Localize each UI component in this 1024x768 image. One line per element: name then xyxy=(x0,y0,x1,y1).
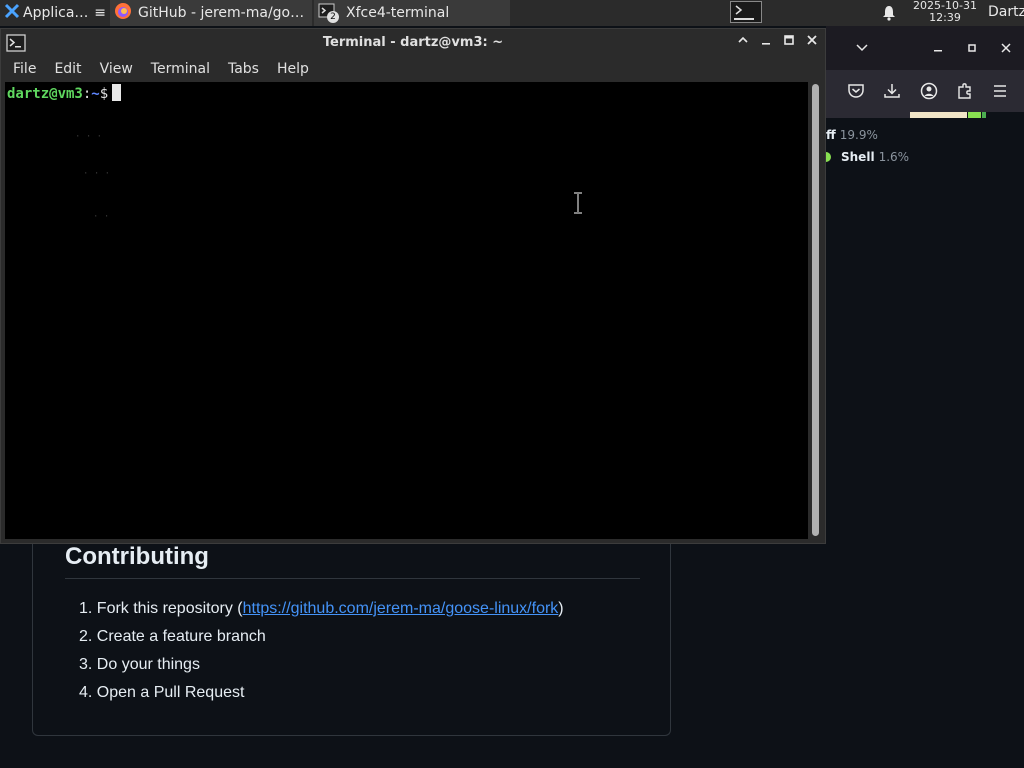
list-item: 3. Do your things xyxy=(79,656,200,673)
language-bar-segment xyxy=(826,112,910,118)
menu-help[interactable]: Help xyxy=(271,61,316,77)
notification-bell-icon[interactable] xyxy=(881,5,897,25)
terminal-screen[interactable]: dartz@vm3:~$ · · · · · · · · xyxy=(5,82,808,539)
minimize-icon[interactable] xyxy=(932,40,944,56)
language-name: ff xyxy=(826,128,836,142)
applications-menu-button[interactable]: Applications ≡ xyxy=(0,0,110,26)
menu-edit[interactable]: Edit xyxy=(48,61,88,77)
terminal-menubar: File Edit View Terminal Tabs Help xyxy=(1,57,825,81)
extensions-icon[interactable] xyxy=(956,82,974,100)
applications-label: Applications xyxy=(23,5,90,21)
section-heading: Contributing xyxy=(65,543,209,570)
language-bar-segment xyxy=(982,112,986,118)
terminal-titlebar[interactable]: Terminal - dartz@vm3: ~ xyxy=(1,29,825,57)
hamburger-menu-icon[interactable] xyxy=(991,82,1009,100)
maximize-icon[interactable] xyxy=(967,42,977,57)
xfce-logo-icon xyxy=(4,3,20,23)
language-percent: 1.6% xyxy=(878,150,910,164)
terminal-scrollbar[interactable] xyxy=(810,82,822,539)
list-item: 2. Create a feature branch xyxy=(79,628,266,645)
taskbar-item-terminal[interactable]: 2 Xfce4-terminal xyxy=(314,0,510,26)
menu-terminal[interactable]: Terminal xyxy=(145,61,217,77)
mouse-ibeam-cursor-icon xyxy=(572,192,584,218)
maximize-icon[interactable] xyxy=(780,34,798,52)
firefox-icon xyxy=(114,2,132,24)
terminal-icon: 2 xyxy=(318,2,339,24)
taskbar-item-github[interactable]: GitHub - jerem-ma/goos... xyxy=(110,0,312,26)
text-cursor xyxy=(112,84,122,101)
language-entry[interactable]: ff 19.9% xyxy=(826,128,878,142)
account-icon[interactable] xyxy=(920,82,938,100)
scrollbar-thumb[interactable] xyxy=(812,84,819,536)
shell-prompt: dartz@vm3:~$ xyxy=(7,84,122,102)
language-bar-segment xyxy=(910,112,967,118)
prompt-path: ~ xyxy=(91,86,100,102)
language-dot-icon xyxy=(826,152,831,162)
minimize-icon[interactable] xyxy=(757,34,775,52)
menu-tabs[interactable]: Tabs xyxy=(222,61,266,77)
close-icon[interactable] xyxy=(803,34,821,52)
pocket-icon[interactable] xyxy=(847,82,865,100)
clock[interactable]: 2025-10-31 12:39 xyxy=(910,0,980,24)
prompt-symbol: $ xyxy=(99,86,109,102)
list-item: 1. Fork this repository (https://github.… xyxy=(79,598,564,626)
window-count-badge: 2 xyxy=(327,11,339,23)
top-panel: Applications ≡ GitHub - jerem-ma/goos...… xyxy=(0,0,1024,26)
clock-time: 12:39 xyxy=(929,11,961,24)
language-percent: 19.9% xyxy=(839,128,878,142)
ghost-dots: · · xyxy=(93,212,110,222)
fork-link[interactable]: https://github.com/jerem-ma/goose-linux/… xyxy=(243,600,559,617)
ghost-dots: · · · xyxy=(75,132,103,142)
language-bar-segment xyxy=(968,112,981,118)
list-item-text: 1. Fork this repository ( xyxy=(79,600,243,617)
window-title: Terminal - dartz@vm3: ~ xyxy=(322,35,504,50)
shade-chevron-up-icon[interactable] xyxy=(734,34,752,52)
menu-view[interactable]: View xyxy=(94,61,140,77)
language-entry[interactable]: Shell 1.6% xyxy=(826,150,909,164)
taskbar-item-label: GitHub - jerem-ma/goos... xyxy=(138,5,308,21)
language-name: Shell xyxy=(841,150,875,164)
language-bar xyxy=(826,112,1024,119)
workspace-switcher[interactable] xyxy=(730,1,762,23)
contributing-steps-list: 1. Fork this repository (https://github.… xyxy=(79,598,564,710)
close-icon[interactable] xyxy=(1001,42,1011,57)
menu-file[interactable]: File xyxy=(7,61,43,77)
user-menu-button[interactable]: Dartz xyxy=(988,4,1024,20)
prompt-user: dartz@vm3 xyxy=(7,86,83,102)
downloads-icon[interactable] xyxy=(883,82,901,100)
terminal-window[interactable]: Terminal - dartz@vm3: ~ File Edit View T… xyxy=(0,28,826,544)
list-item: 4. Open a Pull Request xyxy=(79,684,245,701)
taskbar-item-label: Xfce4-terminal xyxy=(346,5,450,21)
tab-list-chevron-down-icon[interactable] xyxy=(855,40,869,58)
menu-lines-icon: ≡ xyxy=(94,5,106,21)
ghost-dots: · · · xyxy=(83,169,111,179)
heading-divider xyxy=(65,578,640,579)
list-item-text: ) xyxy=(558,600,564,617)
